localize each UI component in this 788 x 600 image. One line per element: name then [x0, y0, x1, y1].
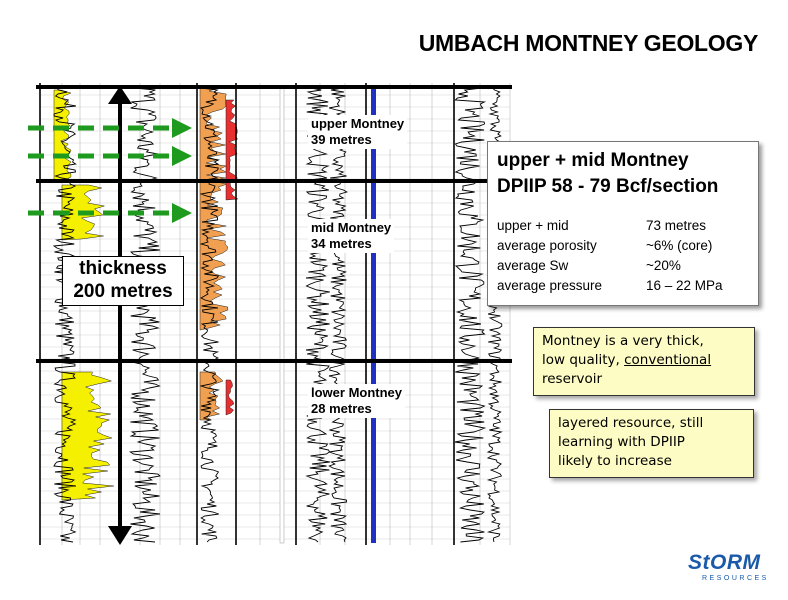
logo-subtitle: RESOURCES	[702, 575, 769, 582]
blue-track	[371, 88, 376, 543]
zone-name: upper Montney	[311, 116, 405, 131]
summary-row: average pressure 16 – 22 MPa	[497, 278, 723, 293]
mid-montney-label: mid Montney 34 metres	[308, 219, 395, 253]
zone-name: lower Montney	[311, 385, 403, 400]
upper-montney-label: upper Montney 39 metres	[308, 115, 408, 149]
summary-dpiip: DPIIP 58 - 79 Bcf/section	[497, 176, 719, 197]
zone-name: mid Montney	[311, 220, 392, 235]
summary-heading: upper + mid Montney	[497, 150, 689, 171]
depth-track	[279, 87, 285, 544]
logo-wordmark: StORM	[688, 551, 761, 574]
reservoir-note: Montney is a very thick, low quality, co…	[533, 327, 755, 396]
zone-thickness: 39 metres	[311, 132, 372, 147]
summary-row: upper + mid 73 metres	[497, 218, 707, 233]
summary-box: upper + mid Montney DPIIP 58 - 79 Bcf/se…	[487, 141, 759, 306]
thickness-label: thickness	[79, 258, 167, 279]
storm-logo: StORM RESOURCES	[688, 552, 778, 592]
resource-note: layered resource, still learning with DP…	[549, 409, 754, 478]
total-thickness-label: thickness 200 metres	[62, 256, 184, 306]
summary-table: upper + mid 73 metres average porosity ~6%…	[497, 216, 723, 296]
lower-montney-label: lower Montney 28 metres	[308, 384, 406, 418]
zone-thickness: 28 metres	[311, 401, 372, 416]
summary-row: average Sw ~20%	[497, 258, 681, 273]
thickness-value: 200 metres	[73, 281, 173, 302]
summary-row: average porosity ~6% (core)	[497, 238, 713, 253]
zone-thickness: 34 metres	[311, 236, 372, 251]
